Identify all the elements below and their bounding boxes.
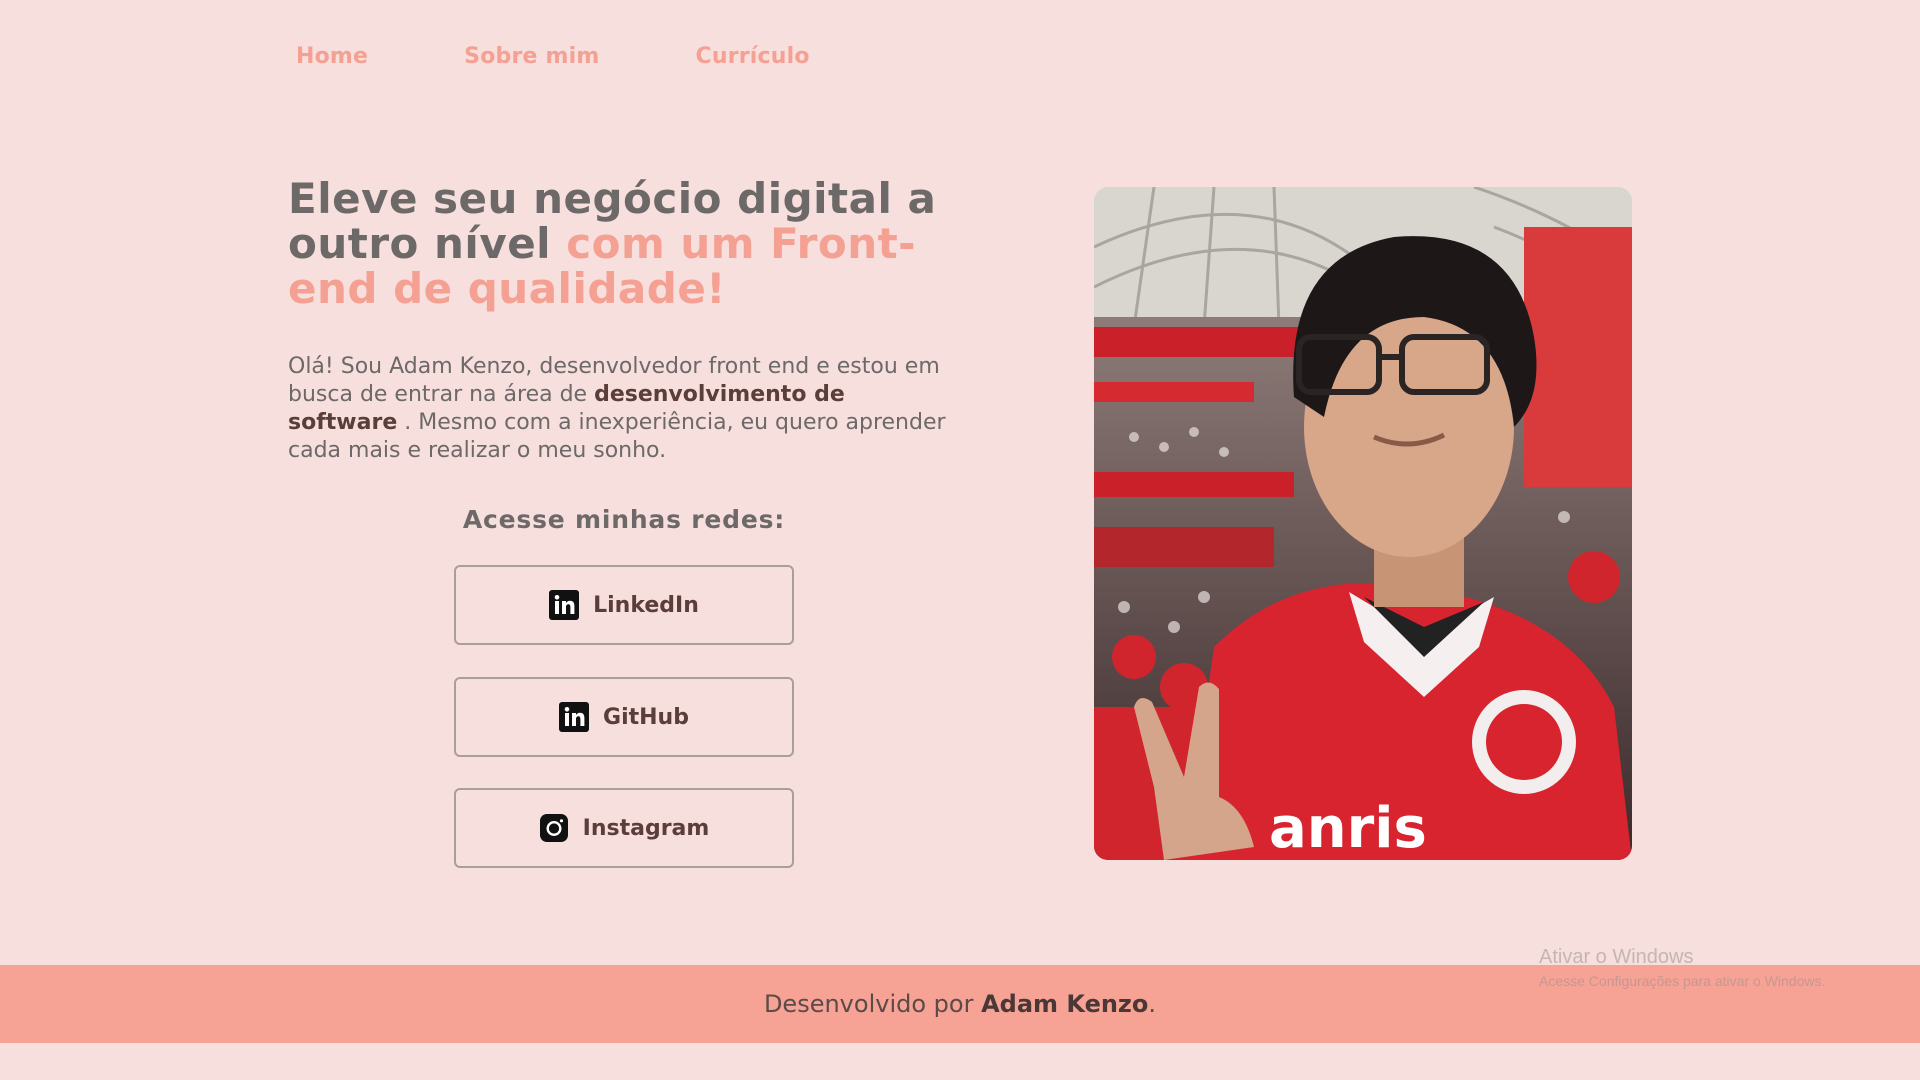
linkedin-button[interactable]: LinkedIn <box>454 565 794 645</box>
main-nav: Home Sobre mim Currículo <box>296 44 810 69</box>
linkedin-button-label: LinkedIn <box>593 592 699 618</box>
watermark-title: Ativar o Windows <box>1539 946 1694 968</box>
hero-title: Eleve seu negócio digital a outro nível … <box>288 176 988 311</box>
nav-sobre-mim-link[interactable]: Sobre mim <box>464 44 599 69</box>
linkedin-icon <box>549 590 580 620</box>
nav-curriculo-link[interactable]: Currículo <box>696 44 810 69</box>
footer-suffix: . <box>1148 990 1157 1018</box>
github-button-label: GitHub <box>603 704 689 730</box>
profile-photo: anris <box>1094 187 1632 860</box>
socials-title: Acesse minhas redes: <box>462 505 786 534</box>
instagram-icon <box>539 814 568 842</box>
svg-text:anris: anris <box>1269 796 1427 860</box>
windows-activation-watermark: Ativar o Windows Acesse Configurações pa… <box>1539 946 1825 989</box>
linkedin-icon <box>559 702 590 732</box>
nav-home-link[interactable]: Home <box>296 44 368 69</box>
footer-author: Adam Kenzo <box>981 990 1149 1018</box>
page: Home Sobre mim Currículo Eleve seu negóc… <box>0 0 1920 1080</box>
footer-prefix: Desenvolvido por <box>763 990 974 1018</box>
instagram-button-label: Instagram <box>582 815 710 841</box>
github-button[interactable]: GitHub <box>454 677 794 757</box>
intro-paragraph: Olá! Sou Adam Kenzo, desenvolvedor front… <box>288 353 958 465</box>
instagram-button[interactable]: Instagram <box>454 788 794 868</box>
watermark-subtitle: Acesse Configurações para ativar o Windo… <box>1539 973 1826 989</box>
